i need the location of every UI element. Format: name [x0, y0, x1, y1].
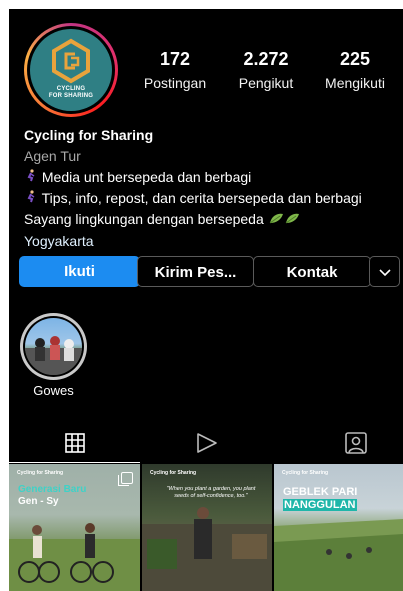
cyclist-icon	[24, 188, 38, 209]
highlight-label: Gowes	[33, 383, 74, 398]
post-title: GEBLEK PARI NANGGULAN	[283, 486, 357, 512]
post-title-line-1: Generasi Baru	[18, 484, 87, 495]
profile-tabs	[9, 423, 403, 463]
profile-category[interactable]: Agen Tur	[24, 146, 399, 167]
stat-following-value: 225	[339, 49, 371, 69]
profile-bio: Cycling for Sharing Agen Tur Media unt b…	[24, 125, 399, 252]
profile-screen: CYCLING FOR SHARING 172 Postingan 2.272 …	[9, 9, 403, 591]
stat-posts-value: 172	[159, 49, 191, 69]
leaf-icon	[268, 210, 302, 231]
contact-button[interactable]: Kontak	[253, 256, 371, 287]
message-button[interactable]: Kirim Pes...	[137, 256, 254, 287]
bio-line-2-text: Tips, info, repost, dan cerita bersepeda…	[41, 190, 362, 206]
grid-icon	[65, 433, 85, 453]
suggested-accounts-button[interactable]	[369, 256, 400, 287]
cyclist-icon	[24, 167, 38, 188]
post-quote: "When you plant a garden, you plant seed…	[166, 486, 256, 499]
stat-following-label: Mengikuti	[325, 75, 385, 91]
stat-posts[interactable]: 172 Postingan	[132, 49, 218, 91]
bio-line-2: Tips, info, repost, dan cerita bersepeda…	[24, 188, 399, 209]
bio-line-3: Sayang lingkungan dengan bersepeda	[24, 209, 399, 231]
tab-reels[interactable]	[140, 423, 271, 463]
stat-followers-value: 2.272	[243, 49, 289, 69]
stat-following[interactable]: 225 Mengikuti	[312, 49, 398, 91]
carousel-icon	[118, 472, 133, 486]
post-thumbnail[interactable]: Cycling for Sharing "When you plant a ga…	[142, 464, 272, 591]
tab-tagged[interactable]	[271, 423, 402, 463]
reels-play-icon	[197, 433, 217, 453]
profile-stats: 172 Postingan 2.272 Pengikut 225 Mengiku…	[9, 49, 403, 99]
post-title: Generasi Baru Gen - Sy	[18, 484, 86, 508]
tab-posts-grid[interactable]	[9, 423, 140, 463]
bio-line-1-text: Media unt bersepeda dan berbagi	[41, 169, 252, 185]
stat-followers-label: Pengikut	[238, 75, 294, 91]
profile-name: Cycling for Sharing	[24, 127, 154, 143]
post-thumbnail[interactable]: Cycling for Sharing Generasi Baru Gen - …	[9, 464, 140, 591]
post-image	[274, 519, 403, 591]
post-title-line-1: GEBLEK PARI	[283, 486, 358, 498]
post-brand: Cycling for Sharing	[150, 470, 197, 476]
post-brand: Cycling for Sharing	[17, 470, 64, 476]
posts-grid: Cycling for Sharing Generasi Baru Gen - …	[9, 464, 403, 591]
active-tab-indicator	[9, 462, 140, 463]
bio-line-1: Media unt bersepeda dan berbagi	[24, 167, 399, 188]
story-highlight-gowes[interactable]	[20, 313, 87, 380]
chevron-down-icon	[378, 269, 391, 277]
highlight-cover-image	[25, 318, 82, 375]
profile-location[interactable]: Yogyakarta	[24, 231, 399, 252]
stat-posts-label: Postingan	[143, 75, 207, 91]
bio-line-3-text: Sayang lingkungan dengan bersepeda	[24, 211, 264, 227]
post-thumbnail[interactable]: Cycling for Sharing GEBLEK PARI NANGGULA…	[274, 464, 403, 591]
tagged-person-icon	[345, 432, 367, 454]
post-image	[142, 507, 272, 591]
post-title-line-2: NANGGULAN	[283, 499, 357, 511]
follow-button[interactable]: Ikuti	[19, 256, 140, 287]
post-title-line-2: Gen - Sy	[18, 496, 59, 507]
post-brand: Cycling for Sharing	[282, 470, 329, 476]
stat-followers[interactable]: 2.272 Pengikut	[223, 49, 309, 91]
